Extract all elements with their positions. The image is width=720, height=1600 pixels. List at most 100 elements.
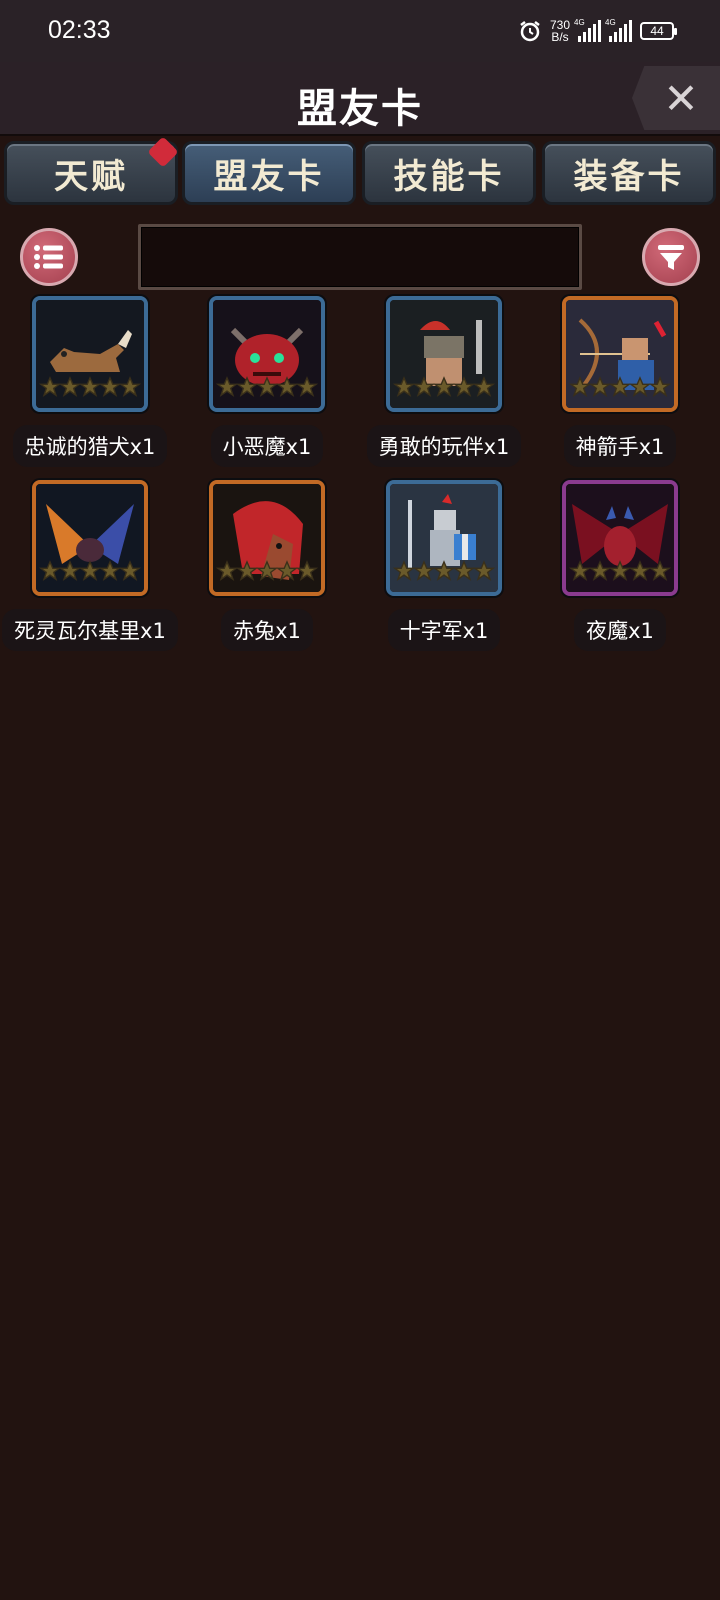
- star-icon: [255, 376, 279, 406]
- sim1-tag: 4G: [574, 18, 585, 27]
- signal-icon-sim1: 4G: [574, 18, 601, 42]
- star-rating: [38, 560, 142, 590]
- card-portrait: [562, 480, 678, 596]
- star-icon: [432, 376, 456, 406]
- card-portrait: [209, 480, 325, 596]
- card-label: 赤兔x1: [221, 609, 313, 651]
- star-rating: [38, 376, 142, 406]
- star-icon: [432, 560, 456, 590]
- star-rating: [215, 560, 319, 590]
- close-icon: ✕: [663, 73, 699, 123]
- star-icon: [275, 376, 299, 406]
- star-icon: [608, 560, 632, 590]
- tab-bar: 天赋 盟友卡 技能卡 装备卡: [0, 141, 720, 207]
- list-button[interactable]: [20, 228, 78, 286]
- net-speed: 730 B/s: [550, 19, 570, 43]
- close-button[interactable]: ✕: [632, 66, 720, 130]
- card-label: 夜魔x1: [574, 609, 666, 651]
- star-icon: [588, 560, 612, 590]
- star-icon: [58, 376, 82, 406]
- header: 盟友卡 ✕: [0, 62, 720, 136]
- ally-card[interactable]: 赤兔x1: [177, 480, 357, 652]
- star-icon: [255, 560, 279, 590]
- star-icon: [568, 376, 592, 406]
- card-label-pill: 赤兔x1: [177, 608, 357, 652]
- ally-card[interactable]: 死灵瓦尔基里x1: [0, 480, 180, 651]
- filter-icon: [658, 245, 684, 270]
- card-label: 忠诚的猎犬x1: [12, 425, 168, 467]
- star-rating: [568, 560, 672, 590]
- star-icon: [648, 560, 672, 590]
- star-icon: [628, 376, 652, 406]
- star-icon: [58, 560, 82, 590]
- star-icon: [588, 376, 612, 406]
- ally-card[interactable]: 神箭手x1: [530, 296, 710, 468]
- card-label-pill: 小恶魔x1: [177, 424, 357, 468]
- signal-icon-sim2: 4G: [605, 18, 632, 42]
- star-icon: [38, 560, 62, 590]
- tab-ally-cards[interactable]: 盟友卡: [182, 141, 356, 205]
- card-label-pill: 十字军x1: [354, 608, 534, 652]
- card-label: 死灵瓦尔基里x1: [2, 609, 178, 651]
- page-title: 盟友卡: [297, 86, 423, 132]
- net-speed-unit: B/s: [551, 30, 569, 44]
- card-portrait: [32, 480, 148, 596]
- star-rating: [215, 376, 319, 406]
- star-icon: [118, 560, 142, 590]
- star-icon: [412, 376, 436, 406]
- star-icon: [235, 376, 259, 406]
- star-icon: [98, 560, 122, 590]
- ally-card[interactable]: 小恶魔x1: [177, 296, 357, 468]
- card-label-pill: 忠诚的猎犬x1: [0, 424, 180, 468]
- star-icon: [452, 560, 476, 590]
- ally-card[interactable]: 忠诚的猎犬x1: [0, 296, 180, 468]
- star-icon: [628, 560, 652, 590]
- star-icon: [215, 376, 239, 406]
- tab-skill-cards[interactable]: 技能卡: [362, 141, 536, 205]
- star-icon: [412, 560, 436, 590]
- list-icon: [34, 245, 63, 269]
- card-portrait: [562, 296, 678, 412]
- star-icon: [118, 376, 142, 406]
- search-input[interactable]: [141, 227, 579, 287]
- tab-equipment-cards[interactable]: 装备卡: [542, 141, 716, 205]
- star-icon: [648, 376, 672, 406]
- star-rating: [392, 560, 496, 590]
- star-rating: [392, 376, 496, 406]
- card-label-pill: 勇敢的玩伴x1: [354, 424, 534, 468]
- status-bar: 02:33 730 B/s 4G 4G 44: [0, 0, 720, 62]
- sim2-tag: 4G: [605, 18, 616, 27]
- star-icon: [275, 560, 299, 590]
- star-rating: [568, 376, 672, 406]
- star-icon: [235, 560, 259, 590]
- card-label-pill: 夜魔x1: [530, 608, 710, 652]
- star-icon: [98, 376, 122, 406]
- star-icon: [78, 560, 102, 590]
- ally-card[interactable]: 夜魔x1: [530, 480, 710, 652]
- card-portrait: [386, 296, 502, 412]
- status-time: 02:33: [48, 16, 111, 44]
- card-label: 神箭手x1: [563, 425, 677, 467]
- star-icon: [568, 560, 592, 590]
- star-icon: [38, 376, 62, 406]
- alarm-icon: [520, 21, 540, 42]
- card-label: 十字军x1: [387, 609, 501, 651]
- star-icon: [392, 560, 416, 590]
- star-icon: [295, 376, 319, 406]
- star-icon: [78, 376, 102, 406]
- star-icon: [472, 560, 496, 590]
- star-icon: [295, 560, 319, 590]
- ally-card[interactable]: 勇敢的玩伴x1: [354, 296, 534, 468]
- status-icons: 730 B/s 4G 4G 44: [518, 16, 677, 46]
- card-label-pill: 神箭手x1: [530, 424, 710, 468]
- card-portrait: [386, 480, 502, 596]
- star-icon: [608, 376, 632, 406]
- card-portrait: [32, 296, 148, 412]
- battery-icon: 44: [640, 22, 677, 40]
- search-box[interactable]: [138, 224, 582, 290]
- star-icon: [452, 376, 476, 406]
- card-label: 勇敢的玩伴x1: [366, 425, 522, 467]
- ally-card[interactable]: 十字军x1: [354, 480, 534, 652]
- filter-button[interactable]: [642, 228, 700, 286]
- star-icon: [392, 376, 416, 406]
